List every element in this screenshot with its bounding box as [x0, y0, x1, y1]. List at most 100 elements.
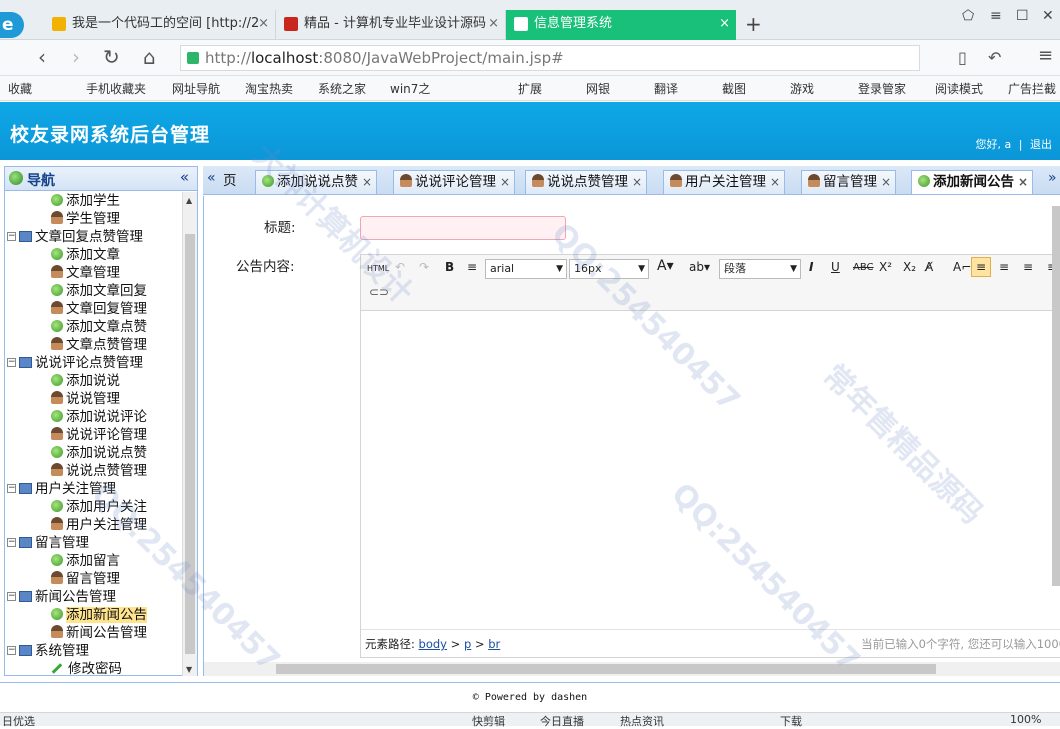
nav-group[interactable]: − 文章回复点赞管理 [5, 228, 183, 246]
strikethrough-icon[interactable]: ABC [853, 262, 874, 273]
bookmark-item[interactable]: 广告拦截 [1008, 80, 1056, 97]
font-family-select[interactable]: arial ▼ [485, 259, 567, 279]
link-icon[interactable]: ⊂⊃ [369, 285, 389, 299]
skin-icon[interactable]: ⬠ [962, 8, 974, 24]
nav-item[interactable]: 学生管理 [5, 210, 183, 228]
bookmark-item[interactable]: 系统之家 [318, 80, 366, 97]
format-painter-icon[interactable]: A⌐ [953, 260, 971, 274]
tab-close-icon[interactable]: × [881, 171, 891, 194]
path-p-link[interactable]: p [464, 637, 471, 651]
title-input[interactable] [360, 216, 566, 240]
paragraph-select[interactable]: 段落 ▼ [719, 259, 801, 279]
new-tab-button[interactable]: + [745, 12, 762, 36]
subscript-icon[interactable]: X₂ [903, 260, 916, 274]
close-icon[interactable]: × [719, 10, 730, 38]
nav-item[interactable]: 添加说说点赞 [5, 444, 183, 462]
nav-item[interactable]: 说说评论管理 [5, 426, 183, 444]
nav-item[interactable]: 文章管理 [5, 264, 183, 282]
bookmark-item[interactable]: 游戏 [790, 80, 814, 97]
browser-logo-icon[interactable]: e [0, 12, 24, 38]
forward-icon[interactable]: › [72, 45, 80, 69]
menu-icon[interactable]: ≡ [990, 8, 1002, 24]
collapse-toggle-icon[interactable]: − [7, 592, 16, 601]
path-body-link[interactable]: body [419, 637, 447, 651]
status-item[interactable]: 今日直播 [540, 713, 584, 729]
tab-1[interactable]: 添加说说点赞 × [255, 170, 377, 194]
bookmark-item[interactable]: 手机收藏夹 [86, 80, 146, 97]
menu-icon[interactable]: ≡ [1038, 45, 1053, 66]
maximize-icon[interactable]: ☐ [1016, 8, 1029, 24]
align-left-icon[interactable]: ≡ [971, 257, 991, 277]
nav-group[interactable]: − 系统管理 [5, 642, 183, 660]
nav-group[interactable]: − 说说评论点赞管理 [5, 354, 183, 372]
bookmark-item[interactable]: 翻译 [654, 80, 678, 97]
nav-group[interactable]: − 新闻公告管理 [5, 588, 183, 606]
home-icon[interactable]: ⌂ [143, 45, 156, 69]
bookmark-item[interactable]: 登录管家 [858, 80, 906, 97]
close-icon[interactable]: × [258, 10, 269, 38]
nav-item[interactable]: 添加文章点赞 [5, 318, 183, 336]
nav-item[interactable]: 添加留言 [5, 552, 183, 570]
status-item[interactable]: 快剪辑 [472, 713, 505, 729]
tab-close-icon[interactable]: × [500, 171, 510, 194]
tab-2[interactable]: 说说评论管理 × [393, 170, 515, 194]
tab-6[interactable]: 添加新闻公告 × [911, 170, 1033, 194]
collapse-toggle-icon[interactable]: − [7, 646, 16, 655]
nav-item[interactable]: 修改密码 [5, 660, 183, 676]
undo-icon[interactable]: ↶ [988, 48, 1001, 67]
status-item[interactable]: 热点资讯 [620, 713, 664, 729]
collapse-toggle-icon[interactable]: − [7, 484, 16, 493]
url-input[interactable]: http://localhost:8080/JavaWebProject/mai… [180, 45, 920, 71]
bookmark-item[interactable]: 网址导航 [172, 80, 220, 97]
content-scrollbar[interactable] [1052, 206, 1060, 586]
nav-item[interactable]: 留言管理 [5, 570, 183, 588]
italic-icon[interactable]: I [809, 260, 813, 274]
bookmark-item[interactable]: 淘宝热卖 [245, 80, 293, 97]
align-right-icon[interactable]: ≡ [1023, 260, 1033, 274]
tab-0[interactable]: 页 [217, 170, 243, 194]
eraser-icon[interactable]: A̸ [925, 260, 933, 274]
back-icon[interactable]: ‹ [38, 45, 46, 69]
zoom-level[interactable]: 100% [1010, 713, 1041, 726]
html-source-button[interactable]: HTML [367, 264, 389, 273]
nav-item[interactable]: 文章回复管理 [5, 300, 183, 318]
nav-item[interactable]: 添加新闻公告 [5, 606, 183, 624]
nav-item[interactable]: 说说点赞管理 [5, 462, 183, 480]
font-size-select[interactable]: 16px ▼ [569, 259, 649, 279]
close-window-icon[interactable]: ✕ [1042, 8, 1054, 24]
collapse-toggle-icon[interactable]: − [7, 232, 16, 241]
nav-item[interactable]: 添加说说 [5, 372, 183, 390]
status-left-text[interactable]: 日优选 [2, 713, 35, 729]
bookmark-item[interactable]: 截图 [722, 80, 746, 97]
scroll-thumb[interactable] [185, 234, 195, 654]
tab-close-icon[interactable]: × [1018, 171, 1028, 194]
nav-item[interactable]: 添加学生 [5, 192, 183, 210]
bookmark-item[interactable]: 收藏 [8, 80, 32, 97]
scroll-up-icon[interactable]: ▲ [186, 196, 192, 205]
status-item[interactable]: 下载 [780, 713, 802, 729]
path-br-link[interactable]: br [488, 637, 500, 651]
nav-item[interactable]: 文章点赞管理 [5, 336, 183, 354]
refresh-icon[interactable]: ↻ [103, 45, 120, 69]
underline-icon[interactable]: U [831, 260, 840, 274]
tab-close-icon[interactable]: × [632, 171, 642, 194]
redo-icon[interactable]: ↷ [419, 260, 429, 274]
clear-format-icon[interactable]: ≡ [467, 260, 477, 274]
close-icon[interactable]: × [488, 10, 499, 38]
collapse-icon[interactable]: « [180, 168, 189, 186]
undo-icon[interactable]: ↶ [395, 260, 405, 274]
phone-icon[interactable]: ▯ [958, 48, 967, 67]
nav-scrollbar[interactable]: ▲ ▼ [182, 192, 197, 676]
nav-item[interactable]: 新闻公告管理 [5, 624, 183, 642]
bookmark-item[interactable]: 扩展 [518, 80, 542, 97]
content-hscrollbar[interactable] [204, 662, 1060, 676]
nav-item[interactable]: 用户关注管理 [5, 516, 183, 534]
highlight-icon[interactable]: ab▾ [689, 260, 710, 274]
logout-link[interactable]: 退出 [1030, 138, 1052, 151]
tab-4[interactable]: 用户关注管理 × [663, 170, 785, 194]
nav-item[interactable]: 添加文章 [5, 246, 183, 264]
nav-item[interactable]: 添加说说评论 [5, 408, 183, 426]
collapse-toggle-icon[interactable]: − [7, 538, 16, 547]
tab-5[interactable]: 留言管理 × [801, 170, 896, 194]
nav-group[interactable]: − 留言管理 [5, 534, 183, 552]
